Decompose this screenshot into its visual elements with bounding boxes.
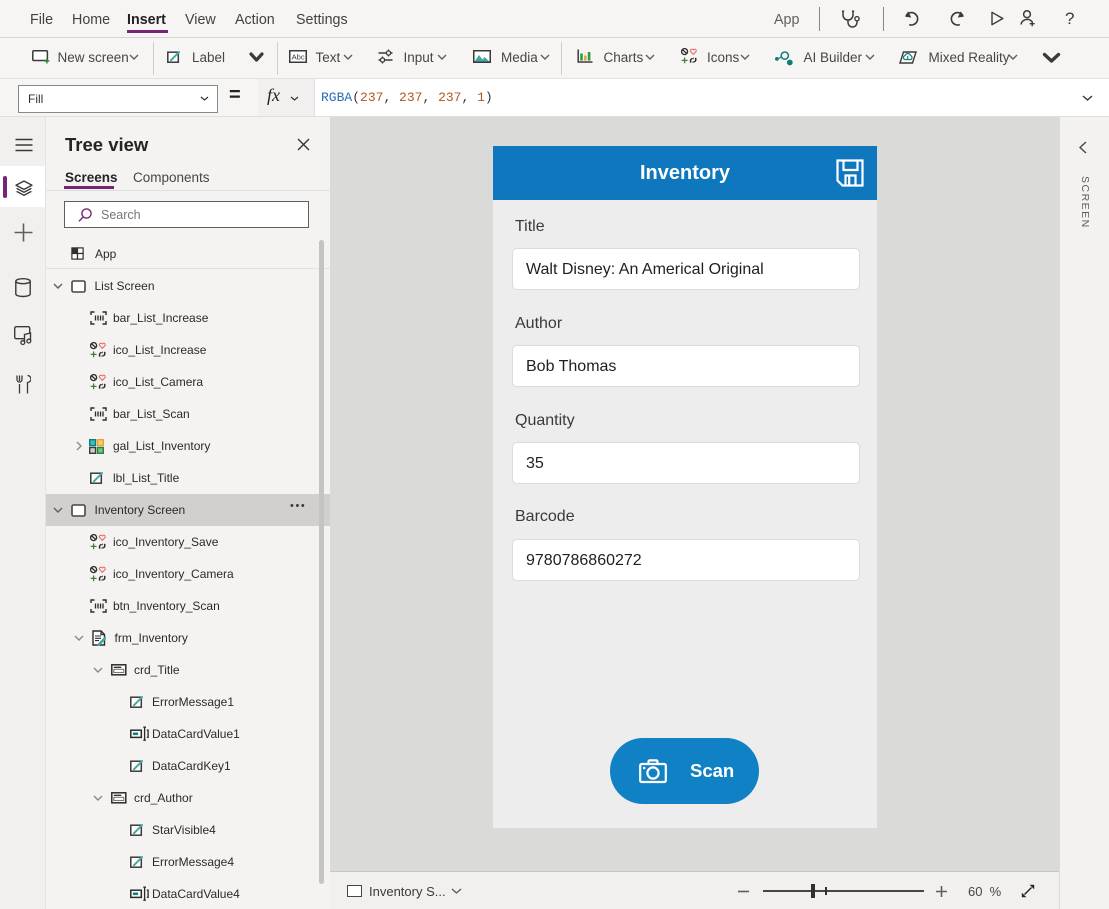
svg-text:Abc: Abc <box>292 52 305 61</box>
